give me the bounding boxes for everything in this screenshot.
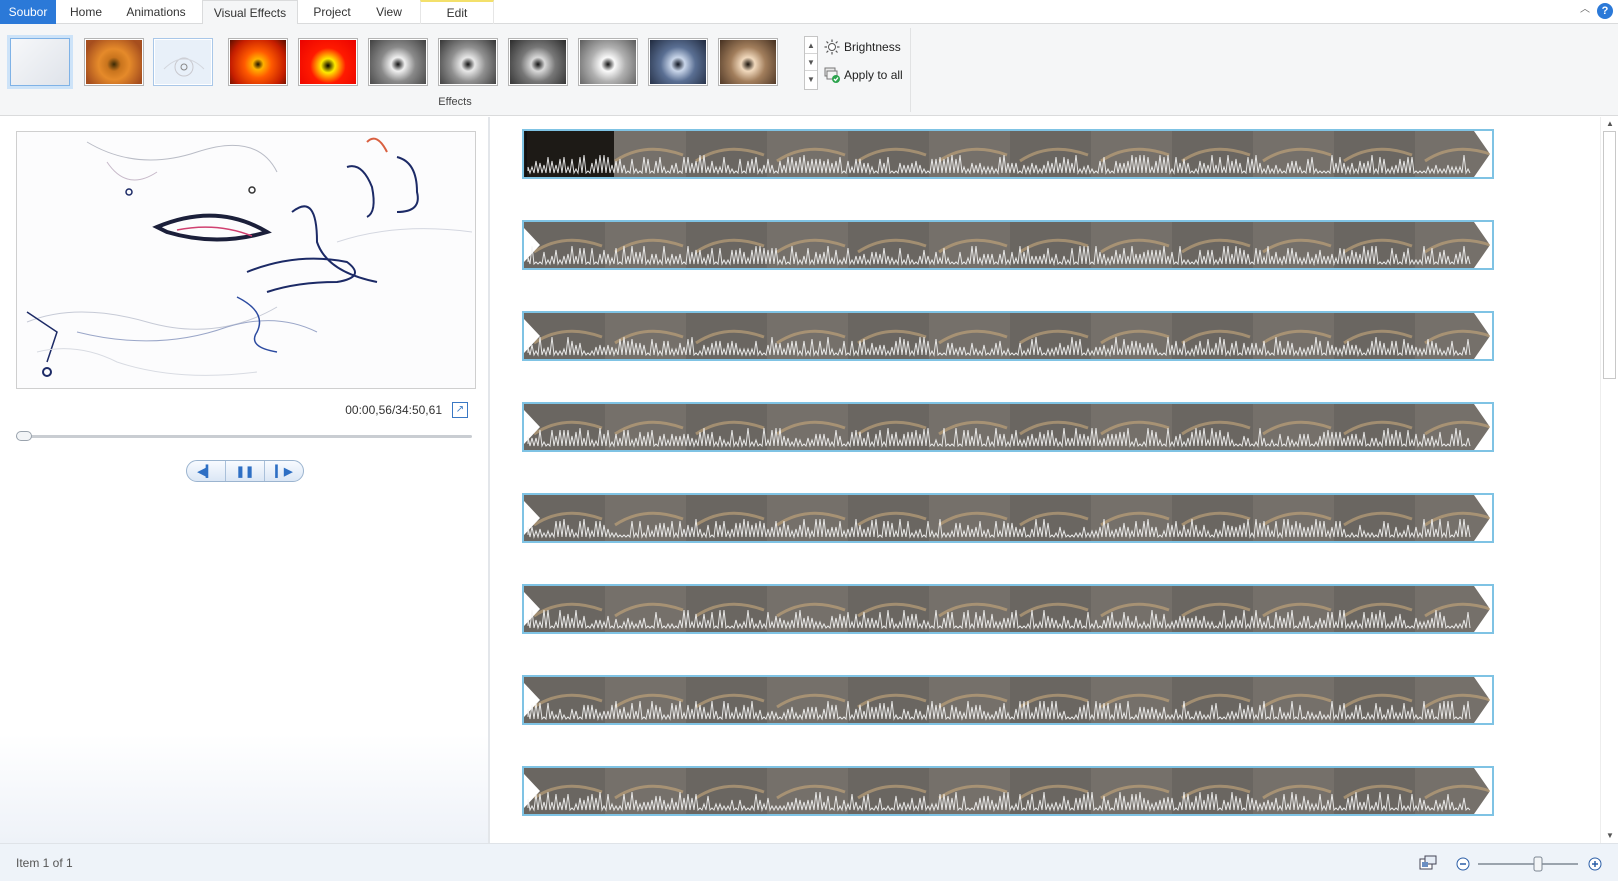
- movie-maker-window: Soubor Home Animations Visual Effects Pr…: [0, 0, 1618, 881]
- gallery-down-icon[interactable]: ▼: [805, 54, 817, 71]
- effect-threshold[interactable]: [298, 38, 358, 86]
- item-count: Item 1 of 1: [16, 856, 73, 870]
- tab-view[interactable]: View: [364, 0, 414, 24]
- storyboard-scrollbar[interactable]: ▲ ▼: [1600, 117, 1618, 843]
- effect-posterize[interactable]: [228, 38, 288, 86]
- edge-thumb-icon: [163, 57, 205, 77]
- next-frame-button[interactable]: ▎▶: [265, 461, 303, 481]
- status-bar: Item 1 of 1: [0, 843, 1618, 881]
- minimize-ribbon-icon[interactable]: ︿: [1578, 3, 1592, 17]
- clip-row[interactable]: [522, 311, 1494, 361]
- clip-row[interactable]: [522, 402, 1494, 452]
- scroll-up-icon[interactable]: ▲: [1601, 117, 1618, 131]
- tab-animations[interactable]: Animations: [116, 0, 196, 24]
- clip-row[interactable]: [522, 129, 1494, 179]
- preview-pane: 00:00,56/34:50,61 ↗ ◀▎ ❚❚ ▎▶: [0, 117, 490, 843]
- effect-black-white[interactable]: [368, 38, 428, 86]
- zoom-slider[interactable]: [1455, 856, 1605, 872]
- ribbon-visual-effects: ▲ ▼ ▼ Brightness Apply to all Effects: [0, 24, 1618, 116]
- previous-frame-button[interactable]: ◀▎: [187, 461, 226, 481]
- effect-sepia-tone[interactable]: [718, 38, 778, 86]
- effect-bw-yellow[interactable]: [508, 38, 568, 86]
- playback-controls: ◀▎ ❚❚ ▎▶: [186, 460, 304, 482]
- help-icon[interactable]: ?: [1597, 3, 1613, 19]
- effect-bw-red[interactable]: [438, 38, 498, 86]
- previous-frame-icon: ◀▎: [197, 465, 215, 478]
- ribbon-group-divider: [910, 28, 911, 112]
- gallery-more-icon[interactable]: ▼: [805, 71, 817, 88]
- effect-warm[interactable]: [84, 38, 144, 86]
- clip-row[interactable]: [522, 493, 1494, 543]
- pause-button[interactable]: ❚❚: [226, 461, 265, 481]
- thumbnail-size-icon[interactable]: [1418, 854, 1438, 872]
- effects-gallery-scroll: ▲ ▼ ▼: [804, 36, 818, 90]
- clip-row[interactable]: [522, 220, 1494, 270]
- tab-project[interactable]: Project: [303, 0, 361, 24]
- brightness-icon: [824, 39, 840, 55]
- clip-row[interactable]: [522, 584, 1494, 634]
- brightness-button[interactable]: Brightness: [822, 36, 901, 58]
- seek-bar[interactable]: [16, 431, 472, 441]
- effects-group-label: Effects: [438, 96, 472, 108]
- effect-bw-orange[interactable]: [578, 38, 638, 86]
- effect-cyan-tone[interactable]: [648, 38, 708, 86]
- brightness-label: Brightness: [844, 40, 901, 54]
- effect-no-effect[interactable]: [10, 38, 70, 86]
- video-preview[interactable]: [16, 131, 476, 389]
- clip-row[interactable]: [522, 766, 1494, 816]
- scrollbar-thumb[interactable]: [1603, 131, 1616, 379]
- apply-to-all-label: Apply to all: [844, 68, 903, 82]
- tab-visual-effects[interactable]: Visual Effects: [202, 0, 298, 25]
- tab-file[interactable]: Soubor: [0, 0, 56, 24]
- fullscreen-preview-icon[interactable]: ↗: [452, 402, 468, 418]
- zoom-control: [1455, 856, 1605, 872]
- edge-effect-frame: [17, 132, 475, 388]
- gallery-up-icon[interactable]: ▲: [805, 37, 817, 54]
- scroll-down-icon[interactable]: ▼: [1601, 829, 1618, 843]
- pause-icon: ❚❚: [235, 465, 255, 478]
- next-frame-icon: ▎▶: [275, 465, 293, 478]
- apply-to-all-icon: [824, 67, 840, 83]
- storyboard[interactable]: [492, 117, 1600, 843]
- seek-thumb[interactable]: [16, 431, 32, 441]
- tab-home[interactable]: Home: [60, 0, 112, 24]
- effect-edge-detection[interactable]: [153, 38, 213, 86]
- clip-row[interactable]: [522, 675, 1494, 725]
- time-display: 00:00,56/34:50,61: [345, 403, 442, 417]
- apply-to-all-button[interactable]: Apply to all: [822, 64, 903, 86]
- ribbon-tab-bar: Soubor Home Animations Visual Effects Pr…: [0, 0, 1618, 25]
- tab-edit[interactable]: Edit: [420, 0, 494, 24]
